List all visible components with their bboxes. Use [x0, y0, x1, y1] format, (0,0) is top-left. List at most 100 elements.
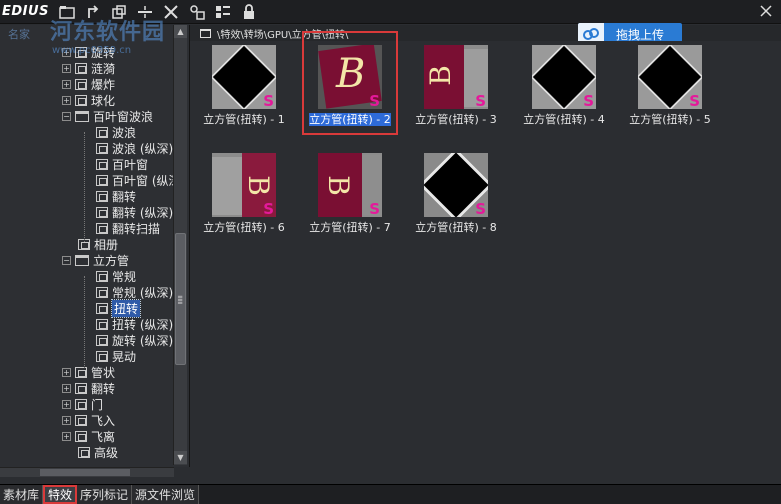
tree-item-label: 翻转: [91, 381, 116, 396]
effect-thumbnail[interactable]: S 立方管(扭转) - 1: [192, 41, 296, 129]
tree-item-label: 管状: [91, 365, 116, 380]
effect-icon: [96, 270, 108, 282]
tree-item[interactable]: 百叶窗: [96, 156, 148, 172]
expand-icon[interactable]: +: [62, 431, 71, 441]
tree-item[interactable]: 百叶窗 (纵深): [96, 172, 185, 188]
tree-item-label: 扭转: [110, 298, 142, 318]
hscroll-thumb[interactable]: [40, 469, 130, 476]
tree-item[interactable]: 高级: [78, 444, 118, 460]
s-badge: S: [263, 200, 274, 217]
tree-item-label: 常规: [112, 269, 137, 284]
tree-item[interactable]: + 球化: [62, 92, 115, 108]
watermark-title: 河东软件园: [50, 19, 166, 45]
tree-item-label: 爆炸: [91, 77, 116, 92]
tree-item-label: 翻转扫描: [112, 221, 161, 236]
watermark-url: www.pc0359.cn: [52, 45, 132, 56]
tree-item-label: 扭转 (纵深): [112, 317, 174, 332]
effect-icon: [75, 78, 87, 90]
view-icon[interactable]: [212, 1, 234, 23]
collapse-icon[interactable]: −: [62, 111, 71, 121]
s-badge: S: [475, 92, 486, 109]
s-badge: S: [583, 92, 594, 109]
expand-icon[interactable]: +: [62, 367, 71, 377]
effect-icon: [96, 142, 108, 154]
thumbnail-image: S: [212, 45, 276, 109]
expand-icon[interactable]: +: [62, 63, 71, 73]
tree-item[interactable]: − 立方管: [62, 252, 129, 268]
s-badge: S: [689, 92, 700, 109]
tree-item[interactable]: 旋转 (纵深): [96, 332, 173, 348]
tree-connector: [84, 132, 85, 242]
tree-item[interactable]: + 飞入: [62, 412, 115, 428]
effect-icon: [75, 94, 87, 106]
folder-icon: [75, 254, 89, 266]
tree-item-label: 旋转 (纵深): [112, 333, 174, 348]
tree-item[interactable]: 翻转: [96, 188, 136, 204]
upload-label: 拖拽上传: [616, 27, 665, 42]
effect-thumbnail[interactable]: S 立方管(扭转) - 4: [512, 41, 616, 129]
bottom-tab[interactable]: 素材库: [0, 485, 44, 504]
tree-item[interactable]: 波浪 (纵深): [96, 140, 173, 156]
effect-thumbnail[interactable]: B S 立方管(扭转) - 7: [298, 149, 402, 237]
effect-icon: [75, 366, 87, 378]
b-letter: B: [424, 65, 457, 86]
tree-item[interactable]: + 涟漪: [62, 60, 115, 76]
tree-item[interactable]: + 飞离: [62, 428, 115, 444]
b-letter: B: [321, 175, 355, 196]
tree-item[interactable]: 常规: [96, 268, 136, 284]
collapse-icon[interactable]: −: [62, 255, 71, 265]
effect-icon: [96, 318, 108, 330]
search-replace-icon[interactable]: [186, 1, 208, 23]
tree-item[interactable]: 晃动: [96, 348, 136, 364]
tree-item[interactable]: − 百叶窗波浪: [62, 108, 153, 124]
thumbnail-label: 立方管(扭转) - 7: [309, 221, 391, 234]
close-icon[interactable]: [757, 2, 775, 20]
expand-icon[interactable]: +: [62, 415, 71, 425]
tree-item[interactable]: 翻转扫描: [96, 220, 160, 236]
expand-icon[interactable]: +: [62, 95, 71, 105]
folder-icon: [75, 110, 89, 122]
tree-item-label: 高级: [94, 445, 119, 460]
expand-icon[interactable]: +: [62, 399, 71, 409]
tree-vertical-scrollbar[interactable]: ▲ ═ ═ ═ ▼: [173, 25, 187, 465]
tree-item[interactable]: + 管状: [62, 364, 115, 380]
tree-item[interactable]: 常规 (纵深): [96, 284, 173, 300]
effect-thumbnail[interactable]: S 立方管(扭转) - 8: [404, 149, 508, 237]
effect-thumbnail[interactable]: B S 立方管(扭转) - 6: [192, 149, 296, 237]
tree-item[interactable]: 扭转 (纵深): [96, 316, 173, 332]
tree-item-label: 晃动: [112, 349, 137, 364]
tree-item[interactable]: + 翻转: [62, 380, 115, 396]
tree-item[interactable]: 翻转 (纵深): [96, 204, 173, 220]
effect-icon: [75, 382, 87, 394]
bottom-tab[interactable]: 源文件浏览: [132, 485, 200, 504]
effect-icon: [78, 446, 90, 458]
tree-item[interactable]: 扭转: [96, 298, 142, 318]
expand-icon[interactable]: +: [62, 383, 71, 393]
thumbnail-label: 立方管(扭转) - 6: [203, 221, 285, 234]
bottom-tab-bar: 素材库 特效 序列标记 源文件浏览: [0, 484, 781, 504]
effect-icon: [75, 62, 87, 74]
expand-icon[interactable]: +: [62, 79, 71, 89]
scroll-up-icon[interactable]: ▲: [174, 25, 187, 38]
effect-thumbnail[interactable]: S 立方管(扭转) - 5: [618, 41, 722, 129]
selection-highlight: [302, 31, 398, 135]
tree-horizontal-scrollbar[interactable]: [0, 467, 174, 477]
effect-icon: [75, 430, 87, 442]
tree-item[interactable]: + 门: [62, 396, 103, 412]
lock-icon[interactable]: [238, 1, 260, 23]
tree-item[interactable]: 波浪: [96, 124, 136, 140]
bottom-tab[interactable]: 序列标记: [77, 485, 133, 504]
effect-icon: [96, 174, 108, 186]
scroll-down-icon[interactable]: ▼: [174, 451, 187, 464]
bottom-tab[interactable]: 特效: [43, 485, 78, 504]
effect-icon: [96, 206, 108, 218]
tree-item-label: 球化: [91, 93, 116, 108]
thumbnail-image: S: [638, 45, 702, 109]
scroll-thumb[interactable]: ═ ═ ═: [175, 233, 186, 365]
tree-item-label: 百叶窗波浪: [93, 109, 154, 124]
effect-thumbnail[interactable]: B S 立方管(扭转) - 3: [404, 41, 508, 129]
tree-item[interactable]: + 爆炸: [62, 76, 115, 92]
effect-icon: [75, 398, 87, 410]
tree-item-label: 相册: [94, 237, 119, 252]
thumbnail-label: 立方管(扭转) - 5: [629, 113, 711, 126]
